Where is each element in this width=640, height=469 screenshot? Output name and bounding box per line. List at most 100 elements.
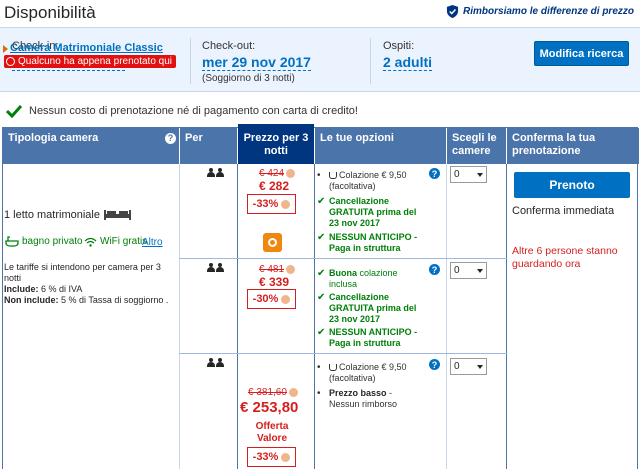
include-label: Include: [4, 284, 39, 294]
option-breakfast: • Colazione € 9,50 (facoltativa) [317, 362, 407, 383]
no-fee-text: Nessun costo di prenotazione né di pagam… [29, 105, 358, 117]
coffee-cup-icon [329, 172, 337, 179]
page-title: Disponibilità [4, 3, 96, 22]
grid-line [237, 164, 238, 469]
rate-note-text: Le tariffe si intendono per camera per 3… [4, 262, 161, 283]
option-breakfast: • Colazione € 9,50 (facoltativa) [317, 170, 407, 191]
value-deal-label: Offerta Valore [255, 421, 289, 444]
discount-badge: -33% [247, 447, 296, 467]
amenity-bath-text: bagno privato [22, 236, 83, 247]
discount-badge: -30% [247, 289, 296, 309]
wifi-icon [84, 237, 97, 247]
room-name-link[interactable]: Camera Matrimoniale Classic [10, 42, 163, 54]
more-amenities-link[interactable]: Altro [142, 237, 163, 248]
discounted-price: € 253,80 [240, 399, 299, 416]
option-no-prepay: ✔ NESSUN ANTICIPO - Paga in struttura [317, 327, 422, 349]
option-breakfast-included: ✔ Buona colazione inclusa [317, 268, 422, 290]
check-icon: ✔ [317, 327, 326, 338]
person-icon [216, 358, 224, 367]
book-button[interactable]: Prenoto [514, 172, 630, 198]
modify-search-button[interactable]: Modifica ricerca [534, 41, 629, 66]
cancel-text: Cancellazione GRATUITA prima del 23 nov … [329, 196, 417, 228]
original-price-text: € 381,60 [248, 387, 287, 398]
grid-line [179, 164, 180, 469]
help-icon[interactable]: ? [429, 359, 440, 370]
discount-text: -33% [252, 451, 279, 463]
col-per: Per [180, 128, 237, 164]
original-price-text: € 481 [259, 264, 285, 275]
person-icon [216, 263, 224, 272]
recent-booking-badge: Qualcuno ha appena prenotato qui [4, 55, 177, 68]
info-icon[interactable] [286, 265, 296, 274]
help-icon[interactable]: ? [429, 168, 440, 179]
option-low-price: • Prezzo basso - Nessun rimborso [317, 388, 398, 409]
info-icon[interactable] [286, 169, 296, 178]
cancel-text: Cancellazione GRATUITA prima del 23 nov … [329, 292, 417, 324]
person-icon [207, 358, 215, 367]
info-icon[interactable] [288, 388, 298, 397]
room-quantity-select[interactable]: 0 [450, 262, 487, 279]
occupancy-icon [207, 358, 224, 367]
guests-label: Ospiti: [383, 40, 415, 52]
info-icon[interactable] [281, 294, 291, 304]
coffee-cup-icon [329, 364, 337, 371]
occupancy-icon [207, 263, 224, 272]
exclude-text: 5 % di Tassa di soggiorno . [58, 295, 169, 305]
room-quantity-select[interactable]: 0 [450, 166, 487, 183]
discount-text: -30% [252, 293, 279, 305]
checkmark-icon [6, 104, 22, 118]
bath-icon [5, 236, 19, 247]
amenity-private-bath: bagno privato [5, 236, 83, 247]
amenity-wifi-text: WiFi gratis [100, 236, 148, 247]
bed-text: 1 letto matrimoniale [4, 209, 100, 221]
breakfast-text: Colazione € 9,50 (facoltativa) [329, 170, 407, 191]
option-free-cancel: ✔ Cancellazione GRATUITA prima del 23 nov… [317, 292, 422, 325]
col-options: Le tue opzioni [315, 128, 446, 164]
discount-text: -33% [252, 198, 279, 210]
low-price-label: Prezzo basso [329, 388, 387, 398]
room-quantity-select[interactable]: 0 [450, 358, 487, 375]
exclude-label: Non include: [4, 295, 59, 305]
col-room-type: Tipologia camera ? [3, 128, 179, 164]
value-deal-icon [263, 233, 282, 252]
discounted-price: € 339 [259, 275, 290, 289]
breakfast-quality: Buona [329, 268, 357, 278]
grid-line [314, 164, 315, 469]
double-bed-icon [104, 210, 131, 220]
stay-length: (Soggiorno di 3 notti) [202, 73, 295, 84]
prepay-text: NESSUN ANTICIPO - Paga in struttura [329, 232, 418, 253]
recent-booking-text: Qualcuno ha appena prenotato qui [18, 56, 173, 67]
instant-confirmation: Conferma immediata [512, 205, 615, 217]
row-divider [179, 353, 507, 354]
info-icon[interactable] [281, 452, 291, 462]
col-choose-rooms: Scegli le camere [447, 128, 506, 164]
grid-line [506, 164, 507, 469]
prepay-text: NESSUN ANTICIPO - Paga in struttura [329, 327, 418, 348]
help-icon[interactable]: ? [429, 264, 440, 275]
guests-value[interactable]: 2 adulti [383, 54, 433, 71]
original-price-text: € 424 [259, 168, 285, 179]
no-fee-notice: Nessun costo di prenotazione né di pagam… [6, 104, 358, 118]
person-icon [207, 263, 215, 272]
price-match-badge[interactable]: Rimborsiamo le differenze di prezzo [446, 5, 634, 18]
shield-check-icon [446, 5, 459, 18]
option-no-prepay: ✔ NESSUN ANTICIPO - Paga in struttura [317, 232, 422, 254]
col-price: Prezzo per 3 notti [238, 124, 314, 164]
grid-line [446, 164, 447, 469]
discount-badge: -33% [247, 194, 296, 214]
col-confirm: Conferma la tua prenotazione [507, 128, 639, 164]
row-divider [179, 258, 507, 259]
alarm-clock-icon [6, 57, 15, 66]
info-icon[interactable] [281, 199, 291, 209]
bed-info: 1 letto matrimoniale [4, 209, 131, 221]
occupancy-icon [207, 168, 224, 177]
expand-arrow-icon[interactable] [3, 45, 8, 53]
check-icon: ✔ [317, 268, 326, 279]
divider [190, 38, 191, 84]
option-free-cancel: ✔ Cancellazione GRATUITA prima del 23 nov… [317, 196, 422, 229]
help-icon[interactable]: ? [165, 133, 176, 144]
check-icon: ✔ [317, 196, 326, 207]
rate-notes: Le tariffe si intendono per camera per 3… [4, 262, 174, 306]
original-price: € 381,60 [248, 387, 298, 398]
checkout-date[interactable]: mer 29 nov 2017 [202, 54, 311, 71]
